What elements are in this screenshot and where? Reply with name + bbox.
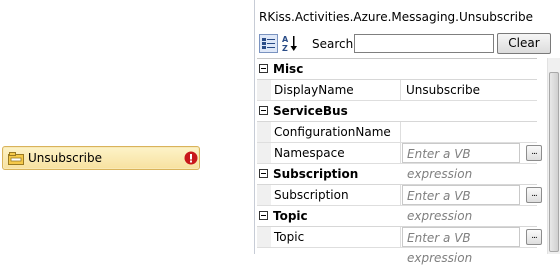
property-row-subscription[interactable]: Subscription Enter a VB expression ...	[257, 185, 542, 223]
collapse-icon[interactable]	[259, 64, 268, 73]
category-label: Topic	[273, 209, 308, 223]
categorized-view-icon[interactable]	[259, 34, 278, 53]
property-name: Topic	[257, 227, 401, 247]
search-input[interactable]	[354, 34, 494, 53]
property-grid-toolbar: A Z Search: Clear	[255, 32, 560, 56]
property-row-topic[interactable]: Topic Enter a VB expression ...	[257, 227, 542, 265]
sort-alphabetical-icon[interactable]: A Z	[281, 34, 300, 53]
category-label: ServiceBus	[273, 104, 348, 118]
category-servicebus[interactable]: ServiceBus	[257, 101, 537, 122]
property-name: ConfigurationName	[257, 122, 401, 142]
scrollbar-thumb[interactable]	[549, 72, 559, 252]
category-label: Subscription	[273, 167, 359, 181]
svg-text:Z: Z	[282, 44, 288, 53]
vertical-scrollbar[interactable]	[547, 58, 560, 254]
property-grid: RKiss.Activities.Azure.Messaging.Unsubsc…	[254, 0, 560, 265]
category-subscription[interactable]: Subscription	[257, 164, 537, 185]
collapse-icon[interactable]	[259, 106, 268, 115]
collapse-icon[interactable]	[259, 169, 268, 178]
clear-button[interactable]: Clear	[497, 33, 551, 54]
property-value-displayname[interactable]: Unsubscribe	[402, 80, 537, 100]
namespace-ellipsis-button[interactable]: ...	[526, 145, 542, 161]
topic-ellipsis-button[interactable]: ...	[526, 229, 542, 245]
topic-expression-input[interactable]: Enter a VB expression	[402, 227, 520, 265]
category-topic[interactable]: Topic	[257, 206, 537, 227]
unsubscribe-activity[interactable]: Unsubscribe	[2, 146, 200, 170]
namespace-expression-input[interactable]: Enter a VB expression	[402, 143, 520, 181]
svg-text:A: A	[282, 35, 289, 44]
property-value-configurationname[interactable]	[402, 122, 537, 142]
subscription-ellipsis-button[interactable]: ...	[526, 187, 542, 203]
collapse-icon[interactable]	[259, 211, 268, 220]
error-icon[interactable]	[184, 151, 198, 168]
category-misc[interactable]: Misc	[257, 59, 537, 80]
property-row-configurationname[interactable]: ConfigurationName	[257, 122, 537, 143]
property-name: Namespace	[257, 143, 401, 163]
property-row-namespace[interactable]: Namespace Enter a VB expression ...	[257, 143, 542, 181]
search-label: Search:	[312, 37, 358, 51]
subscription-expression-input[interactable]: Enter a VB expression	[402, 185, 520, 223]
property-list: Misc DisplayName Unsubscribe ServiceBus …	[257, 58, 542, 265]
property-name: DisplayName	[257, 80, 401, 100]
activity-label: Unsubscribe	[28, 151, 102, 165]
activity-folder-icon	[8, 152, 24, 168]
property-row-displayname[interactable]: DisplayName Unsubscribe	[257, 80, 537, 101]
property-grid-title: RKiss.Activities.Azure.Messaging.Unsubsc…	[259, 10, 533, 24]
property-name: Subscription	[257, 185, 401, 205]
category-label: Misc	[273, 62, 304, 76]
